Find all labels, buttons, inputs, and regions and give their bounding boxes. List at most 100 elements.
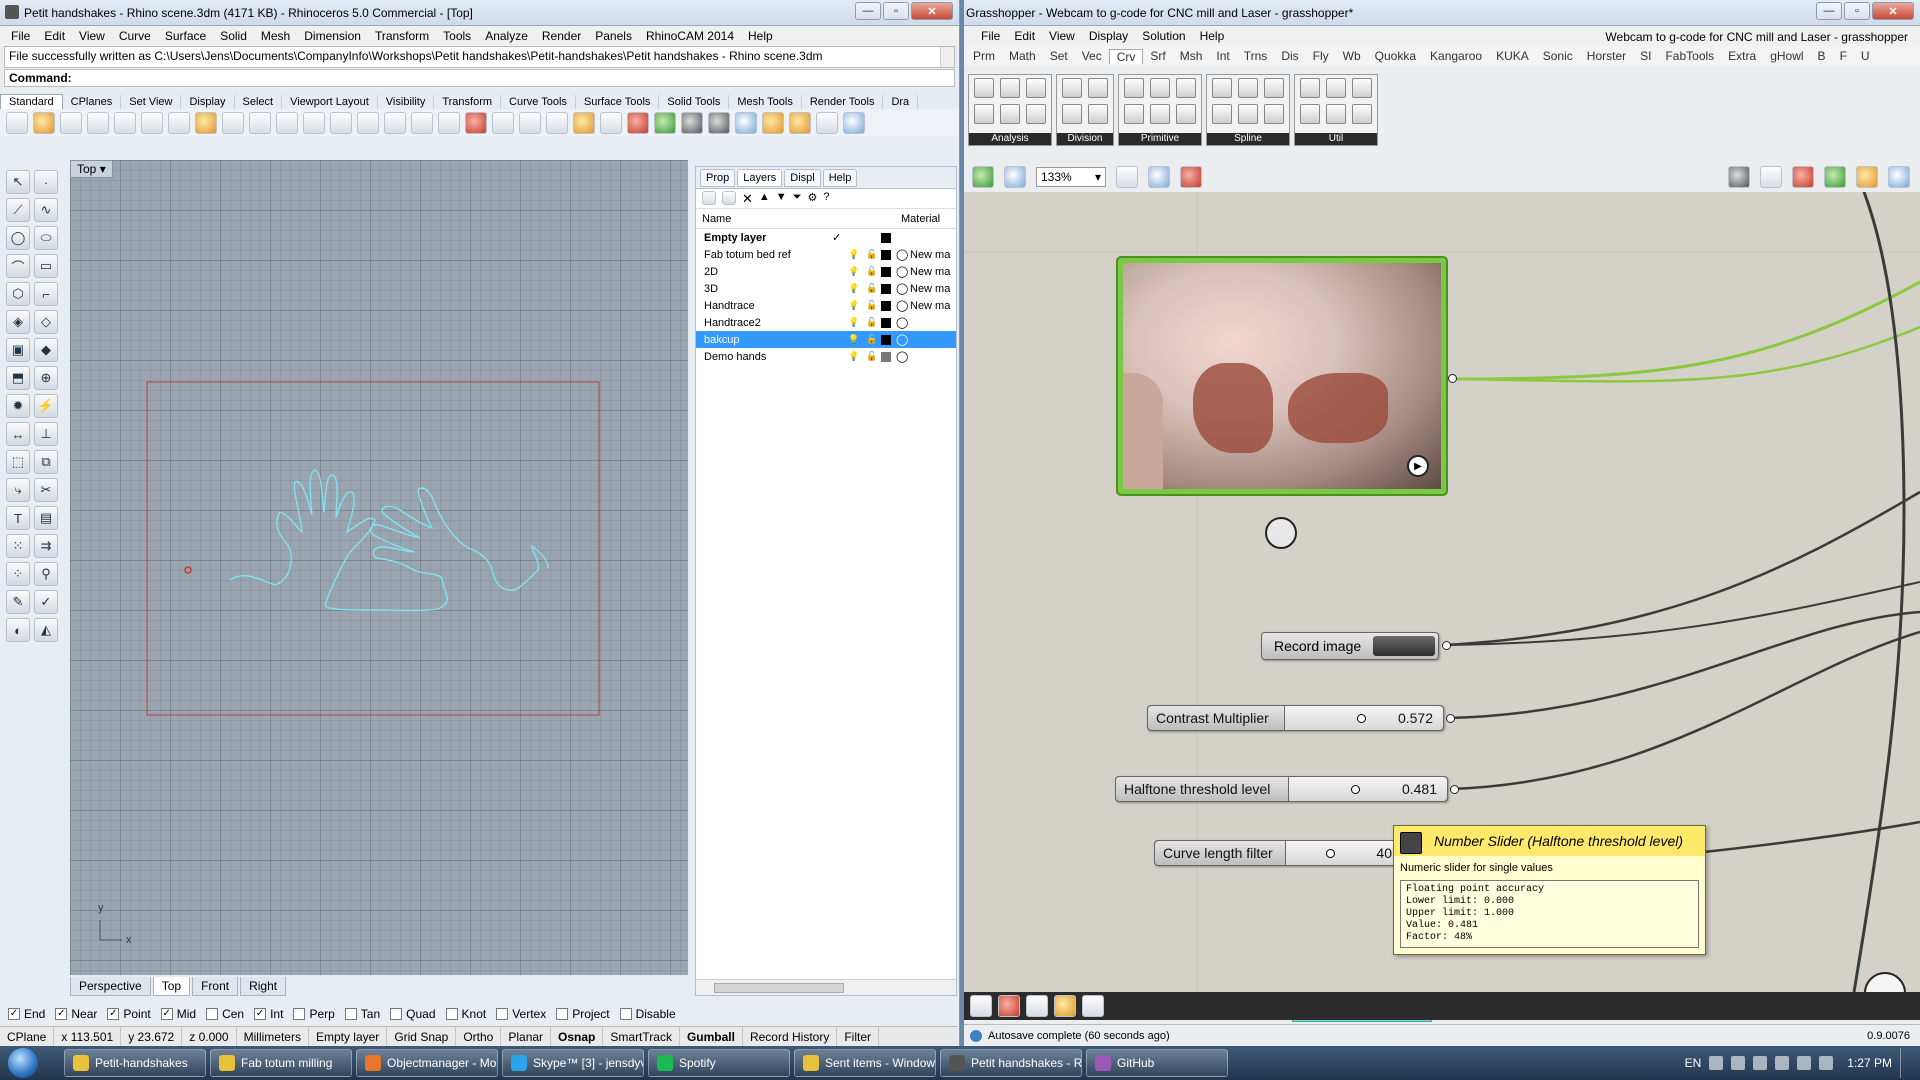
taskbar-item-fab-totum-milling[interactable]: Fab totum milling [210, 1049, 352, 1077]
osnap-checkbox[interactable] [344, 1008, 357, 1020]
osnap-checkbox[interactable]: ✓ [55, 1008, 68, 1020]
slider-curve-length-filter[interactable]: Curve length filter 40 [1154, 840, 1403, 866]
status-ortho[interactable]: Ortho [456, 1027, 502, 1046]
curve-icon[interactable]: ∿ [34, 198, 58, 222]
menu-transform[interactable]: Transform [368, 29, 436, 43]
status-grid-snap[interactable]: Grid Snap [387, 1027, 457, 1046]
minimize-button[interactable]: — [855, 2, 881, 20]
slider-output-grip[interactable] [1446, 714, 1455, 723]
toolbar-tab-standard[interactable]: Standard [0, 94, 63, 109]
offset-icon[interactable]: ⤷ [6, 478, 30, 502]
panel-tab-prop[interactable]: Prop [700, 168, 736, 187]
lock-icon[interactable]: 🔓 [866, 334, 877, 345]
slider-track[interactable]: 40 [1286, 841, 1402, 865]
block-icon[interactable]: ⧉ [34, 450, 58, 474]
output-grip[interactable] [1448, 374, 1457, 383]
toolbar-tab-viewport-layout[interactable]: Viewport Layout [282, 95, 378, 109]
layer-row[interactable]: 2D 💡 🔓 ◯ New ma [696, 263, 956, 280]
zoom-icon[interactable] [303, 112, 325, 134]
taskbar-item-sent-items-window[interactable]: Sent items - Window... [794, 1049, 936, 1077]
align-icon[interactable]: ⇉ [34, 534, 58, 558]
visibility-bulb-icon[interactable]: 💡 [848, 300, 859, 311]
taskbar-item-objectmanager-mo[interactable]: Objectmanager - Mo... [356, 1049, 498, 1077]
toolbar-tab-mesh-tools[interactable]: Mesh Tools [729, 95, 802, 109]
menu-panels[interactable]: Panels [588, 29, 639, 43]
gh-tab-math[interactable]: Math [1002, 49, 1043, 63]
layer-color-swatch[interactable] [881, 318, 891, 328]
gh-tab-sonic[interactable]: Sonic [1536, 49, 1580, 63]
gh-close-button[interactable]: ✕ [1872, 2, 1914, 20]
record-grip[interactable] [1442, 641, 1451, 650]
visibility-bulb-icon[interactable]: 💡 [848, 249, 859, 260]
bake-icon[interactable] [1824, 166, 1846, 188]
panel-hscroll[interactable] [696, 979, 956, 995]
gh-tab-trns[interactable]: Trns [1237, 49, 1275, 63]
menu-rhinocam-2014[interactable]: RhinoCAM 2014 [639, 29, 741, 43]
gh-tab-si[interactable]: SI [1633, 49, 1658, 63]
volume-icon[interactable] [1775, 1056, 1790, 1070]
grid-array-icon[interactable]: ⁘ [6, 562, 30, 586]
layer-row[interactable]: Empty layer ✓ [696, 229, 956, 246]
gh-tab-set[interactable]: Set [1043, 49, 1075, 63]
status-empty-layer[interactable]: Empty layer [309, 1027, 388, 1046]
gh-maximize-button[interactable]: ▫ [1844, 2, 1870, 20]
gh-titlebar[interactable]: Grasshopper - Webcam to g-code for CNC m… [964, 0, 1920, 26]
material-preview-icon[interactable] [1856, 166, 1878, 188]
status-gumball[interactable]: Gumball [680, 1027, 743, 1046]
boolean-icon[interactable]: ⊕ [34, 366, 58, 390]
gh-component-icon[interactable] [974, 104, 994, 124]
taskbar-item-skype-3-jensdyvik[interactable]: Skype™ [3] - jensdyvik [502, 1049, 644, 1077]
gh-tab-f[interactable]: F [1833, 49, 1854, 63]
rendered-sphere-icon[interactable] [708, 112, 730, 134]
taskbar-item-spotify[interactable]: Spotify [648, 1049, 790, 1077]
delete-layer-icon[interactable]: ✕ [742, 191, 753, 206]
zoom-extents-icon[interactable] [357, 112, 379, 134]
panel-tab-displ[interactable]: Displ [784, 168, 821, 187]
gh-component-icon[interactable] [1000, 104, 1020, 124]
bottom-tool-icon-4[interactable] [1054, 995, 1076, 1017]
print-icon[interactable] [87, 112, 109, 134]
maximize-button[interactable]: ▫ [883, 2, 909, 20]
record-image-toggle[interactable]: Record image [1261, 632, 1440, 660]
gh-component-icon[interactable] [1326, 78, 1346, 98]
gh-component-icon[interactable] [1062, 78, 1082, 98]
trim-icon[interactable]: ✂ [34, 478, 58, 502]
toolbar-tab-cplanes[interactable]: CPlanes [63, 95, 122, 109]
dimension-icon[interactable] [816, 112, 838, 134]
fillet-icon[interactable]: ⌐ [34, 282, 58, 306]
move-icon[interactable] [276, 112, 298, 134]
material-column-header[interactable]: Material [901, 213, 940, 225]
gh-component-icon[interactable] [1300, 78, 1320, 98]
gear-icon[interactable] [789, 112, 811, 134]
slider-output-grip[interactable] [1450, 785, 1459, 794]
save-file-icon[interactable] [1004, 166, 1026, 188]
gh-tab-dis[interactable]: Dis [1274, 49, 1305, 63]
toolbar-tab-surface-tools[interactable]: Surface Tools [576, 95, 660, 109]
visibility-bulb-icon[interactable]: 💡 [848, 266, 859, 277]
gh-minimize-button[interactable]: — [1816, 2, 1842, 20]
lock-icon[interactable]: 🔓 [866, 266, 877, 277]
new-sublayer-icon[interactable] [722, 191, 736, 205]
gh-component-icon[interactable] [1026, 78, 1046, 98]
menu-dimension[interactable]: Dimension [297, 29, 368, 43]
ellipse-icon[interactable]: ⬭ [34, 226, 58, 250]
menu-help[interactable]: Help [741, 29, 780, 43]
layer-color-swatch[interactable] [881, 250, 891, 260]
status-x-113-501[interactable]: x 113.501 [54, 1027, 122, 1046]
extrude-icon[interactable]: ⬒ [6, 366, 30, 390]
visibility-bulb-icon[interactable]: 💡 [848, 283, 859, 294]
osnap-end[interactable]: ✓ End [8, 1007, 45, 1021]
viewport-tab-right[interactable]: Right [240, 977, 287, 996]
gh-component-icon[interactable] [1352, 104, 1372, 124]
gh-component-icon[interactable] [1238, 104, 1258, 124]
toolbar-tab-select[interactable]: Select [235, 95, 283, 109]
gh-menu-file[interactable]: File [974, 29, 1007, 43]
slider-track[interactable]: 0.481 [1289, 777, 1447, 801]
gh-component-icon[interactable] [1212, 104, 1232, 124]
gh-tab-prm[interactable]: Prm [966, 49, 1002, 63]
osnap-checkbox[interactable]: ✓ [107, 1008, 120, 1020]
gh-component-icon[interactable] [1326, 104, 1346, 124]
render-sphere-icon[interactable] [735, 112, 757, 134]
rotate-view-icon[interactable] [411, 112, 433, 134]
osnap-checkbox[interactable] [619, 1008, 632, 1020]
